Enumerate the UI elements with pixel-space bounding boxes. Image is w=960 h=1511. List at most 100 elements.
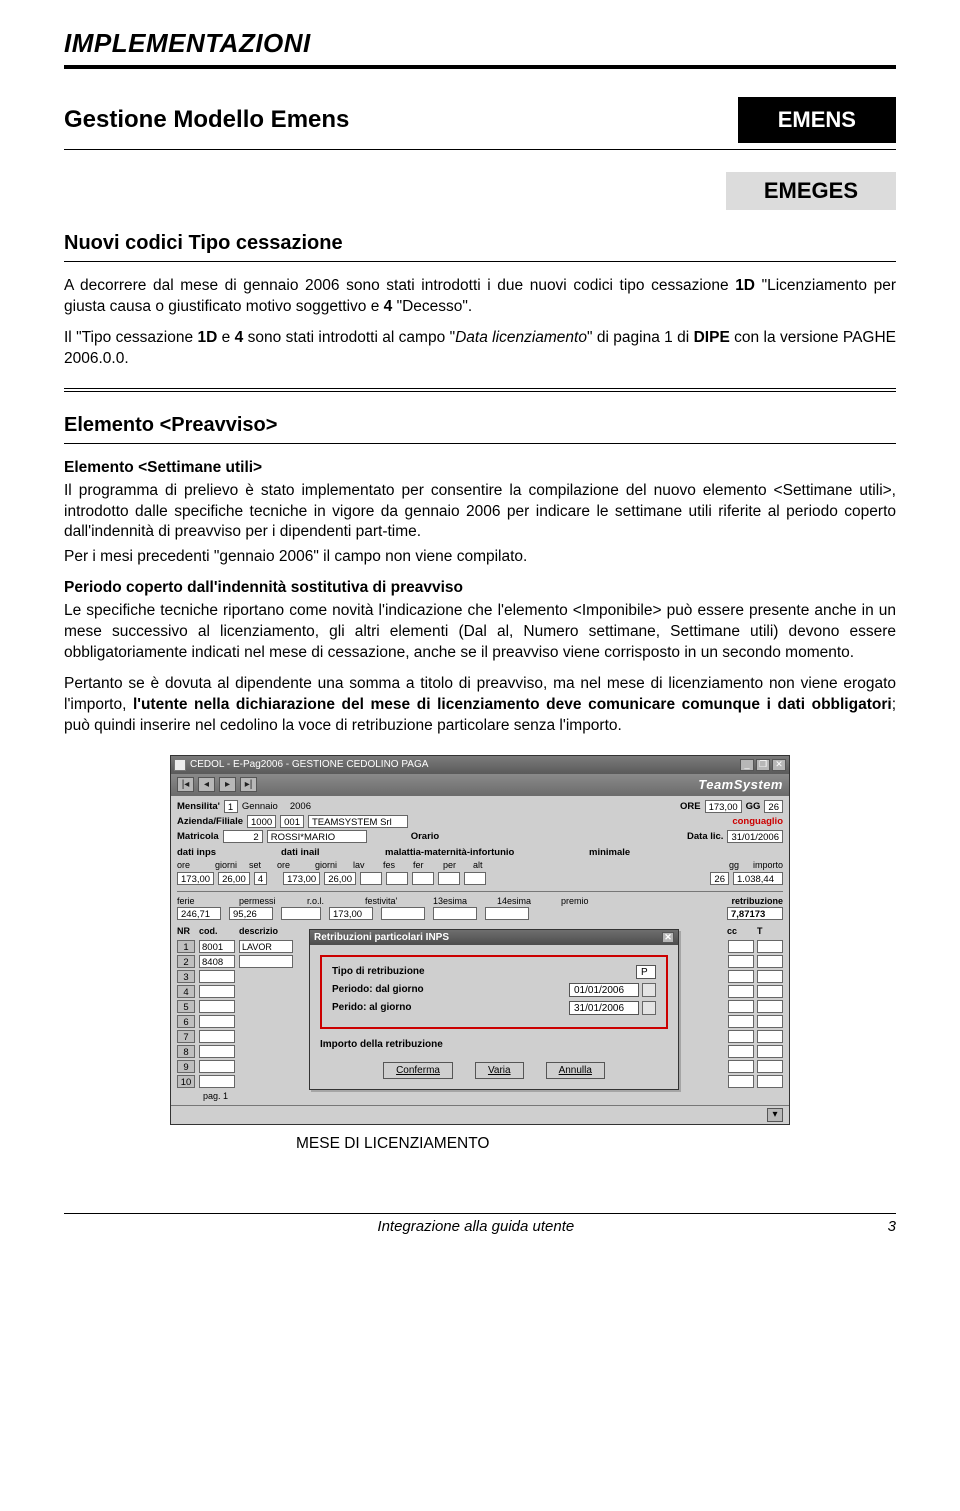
th-descr: descrizio — [239, 926, 293, 936]
conferma-button[interactable]: Conferma — [383, 1062, 453, 1079]
val-mensilita[interactable]: 1 — [224, 800, 238, 813]
cell-t[interactable] — [757, 955, 783, 968]
v-lav[interactable] — [360, 872, 382, 885]
v-rol[interactable] — [281, 907, 321, 920]
cell-cod[interactable]: 8001 — [199, 940, 235, 953]
para-2: Il "Tipo cessazione 1D e 4 sono stati in… — [64, 328, 896, 370]
v-14[interactable] — [433, 907, 477, 920]
cell-cc[interactable] — [728, 1045, 754, 1058]
cell-cc[interactable] — [728, 1060, 754, 1073]
cell-desc[interactable]: LAVOR — [239, 940, 293, 953]
v-inps-ore[interactable]: 173,00 — [177, 872, 214, 885]
cell-t[interactable] — [757, 1015, 783, 1028]
nav-next-icon[interactable]: ▸ — [219, 777, 236, 792]
h-giorni: giorni — [215, 860, 245, 870]
v-min-gg[interactable]: 26 — [710, 872, 729, 885]
cell-t[interactable] — [757, 970, 783, 983]
cell-cc[interactable] — [728, 1030, 754, 1043]
para-1: A decorrere dal mese di gennaio 2006 son… — [64, 276, 896, 318]
table-row-nr: 4 — [177, 985, 195, 998]
scroll-down-icon[interactable]: ▾ — [767, 1108, 783, 1122]
cell-t[interactable] — [757, 1000, 783, 1013]
cell-t[interactable] — [757, 940, 783, 953]
cell-cc[interactable] — [728, 970, 754, 983]
lbl-dal-giorno: Periodo: dal giorno — [332, 984, 424, 995]
cell-cc[interactable] — [728, 1075, 754, 1088]
th-cc: cc — [727, 926, 753, 936]
v-festivita[interactable]: 173,00 — [329, 907, 373, 920]
cell-cc[interactable] — [728, 1000, 754, 1013]
val-datalic[interactable]: 31/01/2006 — [727, 830, 783, 843]
cell-cod[interactable]: 8408 — [199, 955, 235, 968]
cell-t[interactable] — [757, 1075, 783, 1088]
v-13[interactable] — [381, 907, 425, 920]
nav-last-icon[interactable]: ▸| — [240, 777, 257, 792]
v-premio[interactable] — [485, 907, 529, 920]
h-ore: ore — [177, 860, 211, 870]
status-bar: ▾ — [171, 1105, 789, 1124]
h-per: per — [443, 860, 469, 870]
v-min-imp[interactable]: 1.038,44 — [733, 872, 783, 885]
v-ferie[interactable]: 246,71 — [177, 907, 221, 920]
cell-t[interactable] — [757, 1060, 783, 1073]
h-13: 13esima — [433, 896, 479, 906]
varia-button[interactable]: Varia — [475, 1062, 524, 1079]
v-fes[interactable] — [386, 872, 408, 885]
input-al-giorno[interactable]: 31/01/2006 — [569, 1001, 639, 1015]
v-retribuzione[interactable]: 7,87173 — [727, 907, 783, 920]
annulla-button[interactable]: Annulla — [546, 1062, 605, 1079]
sub-periodo: Periodo coperto dall'indennità sostituti… — [64, 578, 896, 599]
rule — [64, 388, 896, 389]
v-permessi[interactable]: 95,26 — [229, 907, 273, 920]
v-inail-gg[interactable]: 26,00 — [324, 872, 356, 885]
cell-cc[interactable] — [728, 940, 754, 953]
input-tipo-retrib[interactable]: P — [636, 965, 656, 979]
cell-cc[interactable] — [728, 1015, 754, 1028]
calendar-icon[interactable] — [642, 983, 656, 997]
cell-cod[interactable] — [199, 985, 235, 998]
cell-cod[interactable] — [199, 1045, 235, 1058]
val-azname[interactable]: TEAMSYSTEM Srl — [308, 815, 408, 828]
app-window: CEDOL - E-Pag2006 - GESTIONE CEDOLINO PA… — [170, 755, 790, 1125]
v-alt[interactable] — [464, 872, 486, 885]
cell-cc[interactable] — [728, 955, 754, 968]
val-gg[interactable]: 26 — [764, 800, 783, 813]
lbl-importo-retrib: Importo della retribuzione — [320, 1039, 668, 1050]
minimize-button[interactable]: _ — [740, 759, 754, 771]
val-matrname[interactable]: ROSSI*MARIO — [267, 830, 367, 843]
h-set: set — [249, 860, 273, 870]
cell-cod[interactable] — [199, 1075, 235, 1088]
cell-cod[interactable] — [199, 1030, 235, 1043]
nav-prev-icon[interactable]: ◂ — [198, 777, 215, 792]
cell-cc[interactable] — [728, 985, 754, 998]
h-giorni2: giorni — [315, 860, 349, 870]
v-inps-set[interactable]: 4 — [254, 872, 267, 885]
cell-cod[interactable] — [199, 1000, 235, 1013]
v-inps-gg[interactable]: 26,00 — [218, 872, 250, 885]
pag-indicator: pag. 1 — [177, 1089, 783, 1101]
tag-emens: EMENS — [738, 97, 896, 143]
cell-desc[interactable] — [239, 955, 293, 968]
close-button[interactable]: ✕ — [772, 759, 786, 771]
cell-cod[interactable] — [199, 1060, 235, 1073]
v-per[interactable] — [438, 872, 460, 885]
cell-t[interactable] — [757, 985, 783, 998]
nav-first-icon[interactable]: |◂ — [177, 777, 194, 792]
h-fes: fes — [383, 860, 409, 870]
v-inail-ore[interactable]: 173,00 — [283, 872, 320, 885]
cell-t[interactable] — [757, 1030, 783, 1043]
val-ore[interactable]: 173,00 — [705, 800, 742, 813]
cell-cod[interactable] — [199, 1015, 235, 1028]
val-az1[interactable]: 1000 — [247, 815, 276, 828]
figure-caption: MESE DI LICENZIAMENTO — [296, 1135, 896, 1153]
cell-t[interactable] — [757, 1045, 783, 1058]
input-dal-giorno[interactable]: 01/01/2006 — [569, 983, 639, 997]
val-az2[interactable]: 001 — [280, 815, 304, 828]
val-matricola[interactable]: 2 — [223, 830, 263, 843]
cell-cod[interactable] — [199, 970, 235, 983]
calendar-icon[interactable] — [642, 1001, 656, 1015]
v-fer[interactable] — [412, 872, 434, 885]
lbl-malattia: malattia-maternità-infortunio — [385, 847, 585, 858]
dialog-close-button[interactable]: ✕ — [662, 932, 674, 943]
maximize-button[interactable]: ❐ — [756, 759, 770, 771]
